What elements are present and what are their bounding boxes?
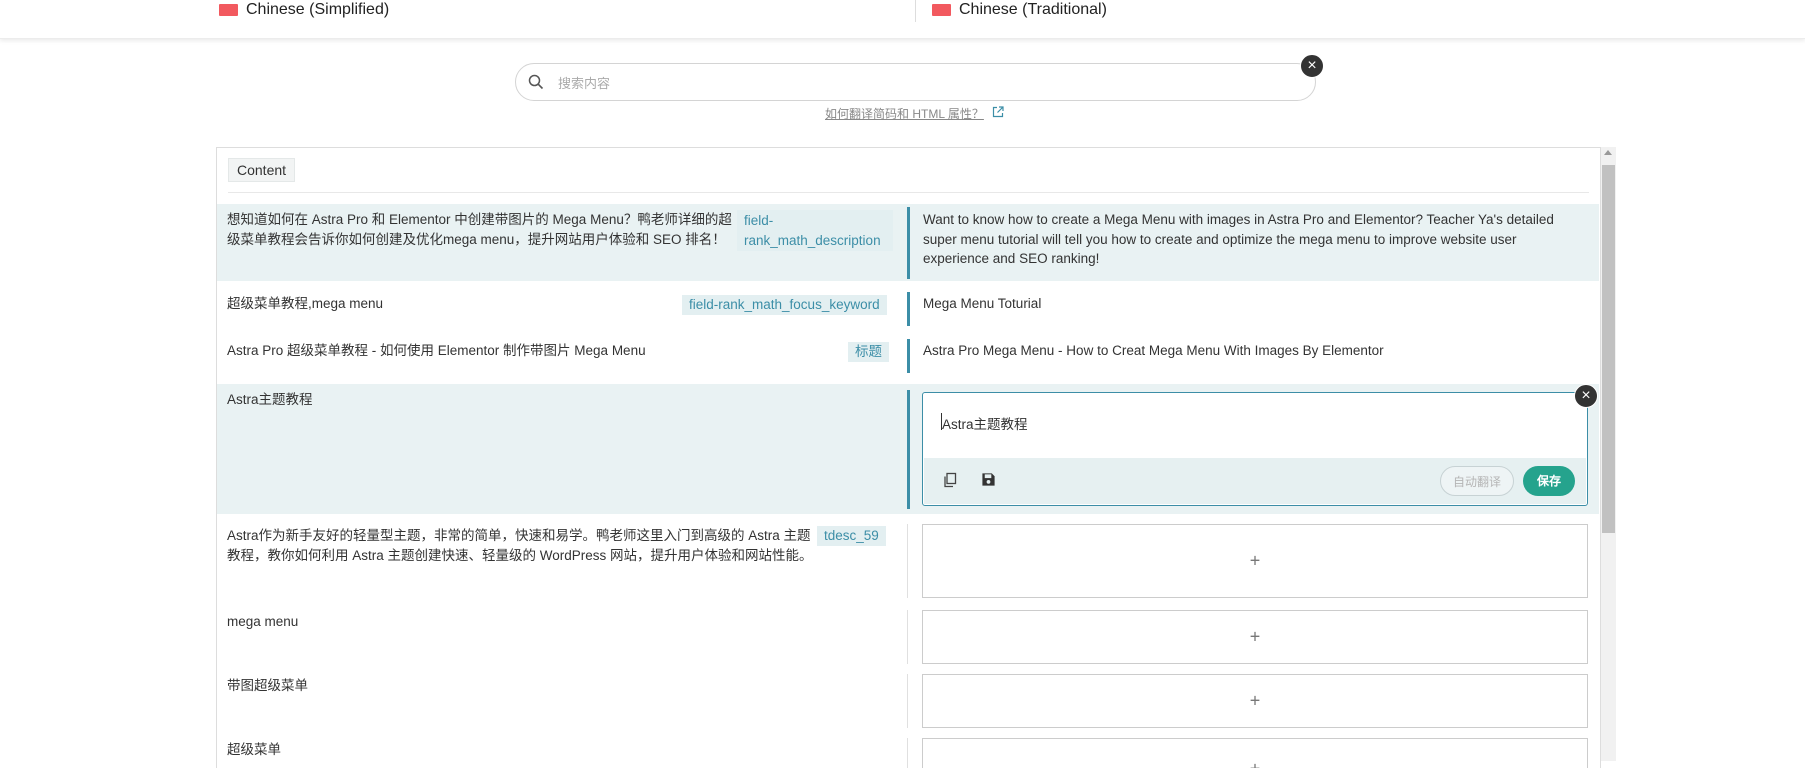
source-language[interactable]: Chinese (Simplified) bbox=[219, 0, 389, 20]
field-key-badge: tdesc_59 bbox=[817, 526, 886, 546]
save-draft-icon[interactable] bbox=[981, 472, 996, 487]
source-text: mega menu bbox=[227, 612, 298, 632]
help-link[interactable]: 如何翻译简码和 HTML 属性？ bbox=[825, 105, 984, 122]
search-box bbox=[515, 63, 1316, 101]
field-key-badge: field-rank_math_description bbox=[737, 210, 893, 251]
language-bar: Chinese (Simplified) Chinese (Traditiona… bbox=[0, 0, 1805, 39]
translation-row[interactable]: 超级菜单 + bbox=[217, 734, 1599, 768]
add-translation-box[interactable]: + bbox=[922, 610, 1588, 664]
active-indicator bbox=[907, 339, 910, 373]
search-clear-icon[interactable]: × bbox=[1300, 54, 1324, 78]
search-input[interactable] bbox=[556, 72, 1260, 94]
plus-icon: + bbox=[1250, 691, 1261, 712]
target-text[interactable]: Mega Menu Toturial bbox=[923, 294, 1583, 314]
copy-icon[interactable] bbox=[942, 472, 958, 488]
field-key-badge: 标题 bbox=[848, 342, 889, 362]
language-divider bbox=[915, 0, 916, 22]
source-text: Astra主题教程 bbox=[227, 390, 313, 410]
plus-icon: + bbox=[1250, 759, 1261, 768]
editor-toolbar: 自动翻译 保存 bbox=[924, 458, 1586, 504]
source-text: 超级菜单 bbox=[227, 740, 281, 760]
target-language-label: Chinese (Traditional) bbox=[959, 1, 1107, 19]
scroll-up-icon[interactable] bbox=[1604, 150, 1612, 155]
active-indicator bbox=[907, 207, 910, 279]
divider bbox=[228, 192, 1589, 193]
add-translation-box[interactable]: + bbox=[922, 738, 1588, 768]
flag-icon bbox=[219, 4, 238, 16]
translation-panel: Content 想知道如何在 Astra Pro 和 Elementor 中创建… bbox=[216, 147, 1601, 768]
add-translation-box[interactable]: + bbox=[922, 524, 1588, 598]
scrollbar-thumb[interactable] bbox=[1602, 165, 1615, 533]
auto-translate-button[interactable]: 自动翻译 bbox=[1440, 466, 1514, 496]
source-text: 带图超级菜单 bbox=[227, 676, 308, 696]
active-indicator bbox=[907, 390, 910, 509]
translation-row[interactable]: 超级菜单教程,mega menu field-rank_math_focus_k… bbox=[217, 286, 1599, 328]
source-language-label: Chinese (Simplified) bbox=[246, 1, 389, 19]
target-text[interactable]: Astra Pro Mega Menu - How to Creat Mega … bbox=[923, 341, 1583, 361]
column-divider bbox=[907, 524, 908, 598]
source-text: Astra Pro 超级菜单教程 - 如何使用 Elementor 制作带图片 … bbox=[227, 341, 646, 361]
search-icon bbox=[528, 74, 544, 90]
translation-editor[interactable]: Astra主题教程 自动翻译 保存 bbox=[922, 392, 1588, 506]
translation-row-editing[interactable]: Astra主题教程 Astra主题教程 自动翻译 保存 bbox=[217, 384, 1599, 514]
translation-row[interactable]: mega menu + bbox=[217, 606, 1599, 664]
translation-row[interactable]: 想知道如何在 Astra Pro 和 Elementor 中创建带图片的 Meg… bbox=[217, 204, 1599, 281]
editor-input[interactable]: Astra主题教程 bbox=[942, 413, 1028, 433]
save-button[interactable]: 保存 bbox=[1523, 466, 1575, 496]
source-text: Astra作为新手友好的轻量型主题，非常的简单，快速和易学。鸭老师这里入门到高级… bbox=[227, 526, 817, 565]
column-divider bbox=[907, 738, 908, 768]
column-divider bbox=[907, 674, 908, 728]
translation-row[interactable]: Astra Pro 超级菜单教程 - 如何使用 Elementor 制作带图片 … bbox=[217, 333, 1599, 375]
column-divider bbox=[907, 610, 908, 664]
translation-row[interactable]: Astra作为新手友好的轻量型主题，非常的简单，快速和易学。鸭老师这里入门到高级… bbox=[217, 520, 1599, 600]
plus-icon: + bbox=[1250, 627, 1261, 648]
translation-row[interactable]: 带图超级菜单 + bbox=[217, 670, 1599, 728]
section-tag: Content bbox=[228, 158, 295, 182]
plus-icon: + bbox=[1250, 551, 1261, 572]
source-text: 超级菜单教程,mega menu bbox=[227, 294, 383, 314]
editor-close-icon[interactable]: × bbox=[1574, 384, 1598, 408]
field-key-badge: field-rank_math_focus_keyword bbox=[682, 295, 887, 315]
target-language[interactable]: Chinese (Traditional) bbox=[932, 0, 1107, 20]
external-link-icon[interactable] bbox=[992, 106, 1004, 118]
add-translation-box[interactable]: + bbox=[922, 674, 1588, 728]
target-text[interactable]: Want to know how to create a Mega Menu w… bbox=[923, 210, 1583, 269]
source-text: 想知道如何在 Astra Pro 和 Elementor 中创建带图片的 Meg… bbox=[227, 210, 732, 249]
active-indicator bbox=[907, 292, 910, 326]
flag-icon bbox=[932, 4, 951, 16]
